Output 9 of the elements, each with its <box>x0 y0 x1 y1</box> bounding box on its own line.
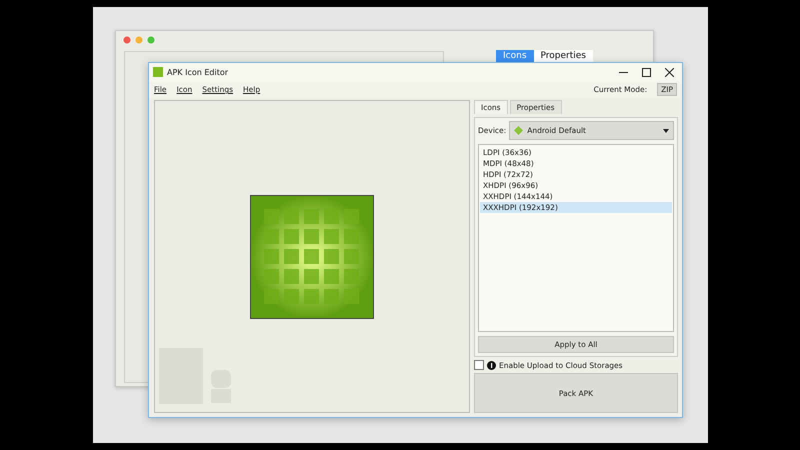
info-icon <box>487 360 496 370</box>
checkbox[interactable] <box>474 360 484 370</box>
maximize-icon[interactable] <box>642 68 651 76</box>
android-icon <box>514 126 524 135</box>
dropdown-caret-icon <box>663 128 669 132</box>
close-icon[interactable] <box>665 68 674 76</box>
tab[interactable]: Properties <box>534 50 593 62</box>
window-title: APK Icon Editor <box>167 68 230 76</box>
app-icon <box>153 67 163 77</box>
